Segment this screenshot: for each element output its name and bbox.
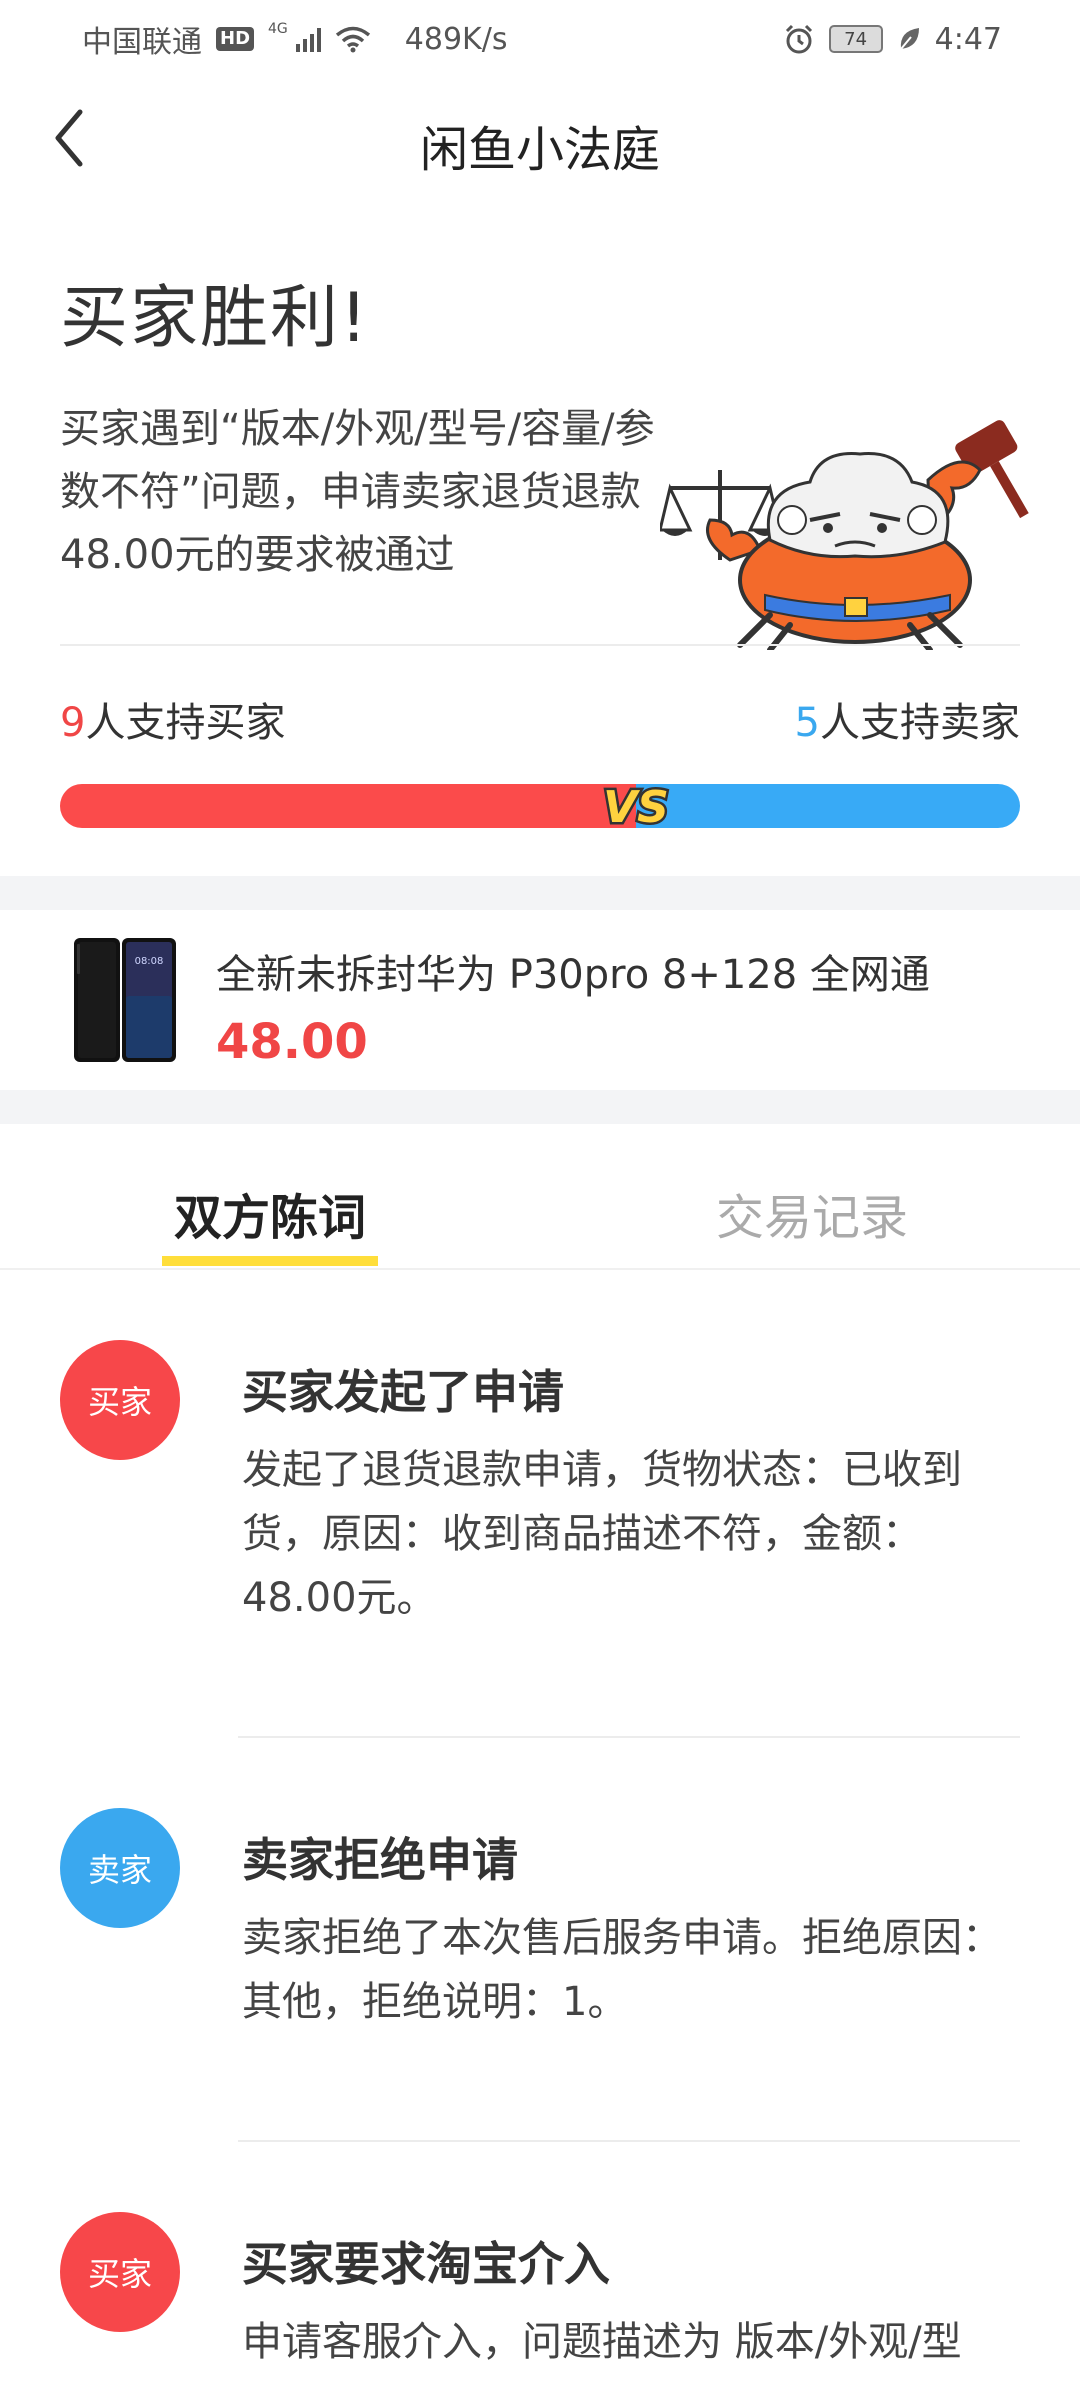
status-left: 中国联通 HD 4G 489K/s xyxy=(82,17,507,61)
verdict-description: 买家遇到“版本/外观/型号/容量/参数不符”问题，申请卖家退货退款48.00元的… xyxy=(60,406,655,578)
svg-text:VS: VS xyxy=(603,782,669,833)
timeline-title: 买家发起了申请 xyxy=(242,1365,564,1419)
buyer-support-count: 9人支持买家 xyxy=(60,690,285,748)
section-divider xyxy=(60,644,1020,646)
vs-badge: VS xyxy=(601,780,672,836)
tabs-divider xyxy=(0,1268,1080,1270)
seller-support-count: 5人支持卖家 xyxy=(795,690,1020,748)
thumb-clock: 08:08 xyxy=(135,956,164,967)
carrier-label: 中国联通 xyxy=(82,25,202,60)
seller-support-number: 5 xyxy=(794,700,820,746)
signal-icon xyxy=(295,26,321,52)
section-gap xyxy=(0,1090,1080,1124)
buyer-avatar: 买家 xyxy=(60,2212,180,2332)
alarm-icon xyxy=(785,24,812,54)
tab-statements[interactable]: 双方陈词 xyxy=(174,1178,366,1248)
timeline-title: 卖家拒绝申请 xyxy=(242,1833,518,1887)
battery-icon: 74 xyxy=(828,25,883,53)
status-right: 74 4:47 xyxy=(783,22,1002,57)
verdict-title: 买家胜利! xyxy=(60,279,370,358)
timeline-text: 申请客服介入，问题描述为 版本/外观/型 xyxy=(242,2319,962,2365)
seller-avatar: 卖家 xyxy=(60,1808,180,1928)
timeline-text: 发起了退货退款申请，货物状态：已收到货，原因：收到商品描述不符，金额：48.00… xyxy=(242,1447,962,1621)
crab-judge-illustration xyxy=(660,420,1029,650)
clock-label: 4:47 xyxy=(934,21,1002,57)
seller-vote-bar xyxy=(636,784,1020,828)
product-thumbnail[interactable]: 08:08 xyxy=(72,936,178,1064)
timeline-divider xyxy=(238,1736,1020,1738)
section-gap xyxy=(0,876,1080,910)
leaf-icon xyxy=(899,28,919,50)
tab-transaction-records[interactable]: 交易记录 xyxy=(716,1178,908,1248)
status-bar: 中国联通 HD 4G 489K/s 74 4:47 xyxy=(0,0,1080,78)
active-tab-indicator xyxy=(162,1256,378,1266)
buyer-support-number: 9 xyxy=(60,700,86,746)
net-speed-label: 489K/s xyxy=(404,21,508,57)
vote-ratio-bar: VS xyxy=(60,780,1020,836)
page-title: 闲鱼小法庭 xyxy=(419,122,660,178)
nav-bar: 闲鱼小法庭 xyxy=(0,78,1080,202)
network-type-label: 4G xyxy=(268,21,288,37)
wifi-icon xyxy=(335,26,370,53)
buyer-support-label: 人支持买家 xyxy=(85,700,286,746)
timeline-title: 买家要求淘宝介入 xyxy=(242,2237,610,2291)
hd-icon: HD xyxy=(216,27,255,51)
timeline-text: 卖家拒绝了本次售后服务申请。拒绝原因：其他，拒绝说明：1。 xyxy=(242,1915,1002,2025)
product-title[interactable]: 全新未拆封华为 P30pro 8+128 全网通 xyxy=(216,942,930,1000)
buyer-vote-bar xyxy=(60,784,636,828)
product-price: 48.00 xyxy=(216,1014,368,1070)
timeline-divider xyxy=(238,2140,1020,2142)
buyer-avatar: 买家 xyxy=(60,1340,180,1460)
seller-support-label: 人支持卖家 xyxy=(820,700,1020,746)
